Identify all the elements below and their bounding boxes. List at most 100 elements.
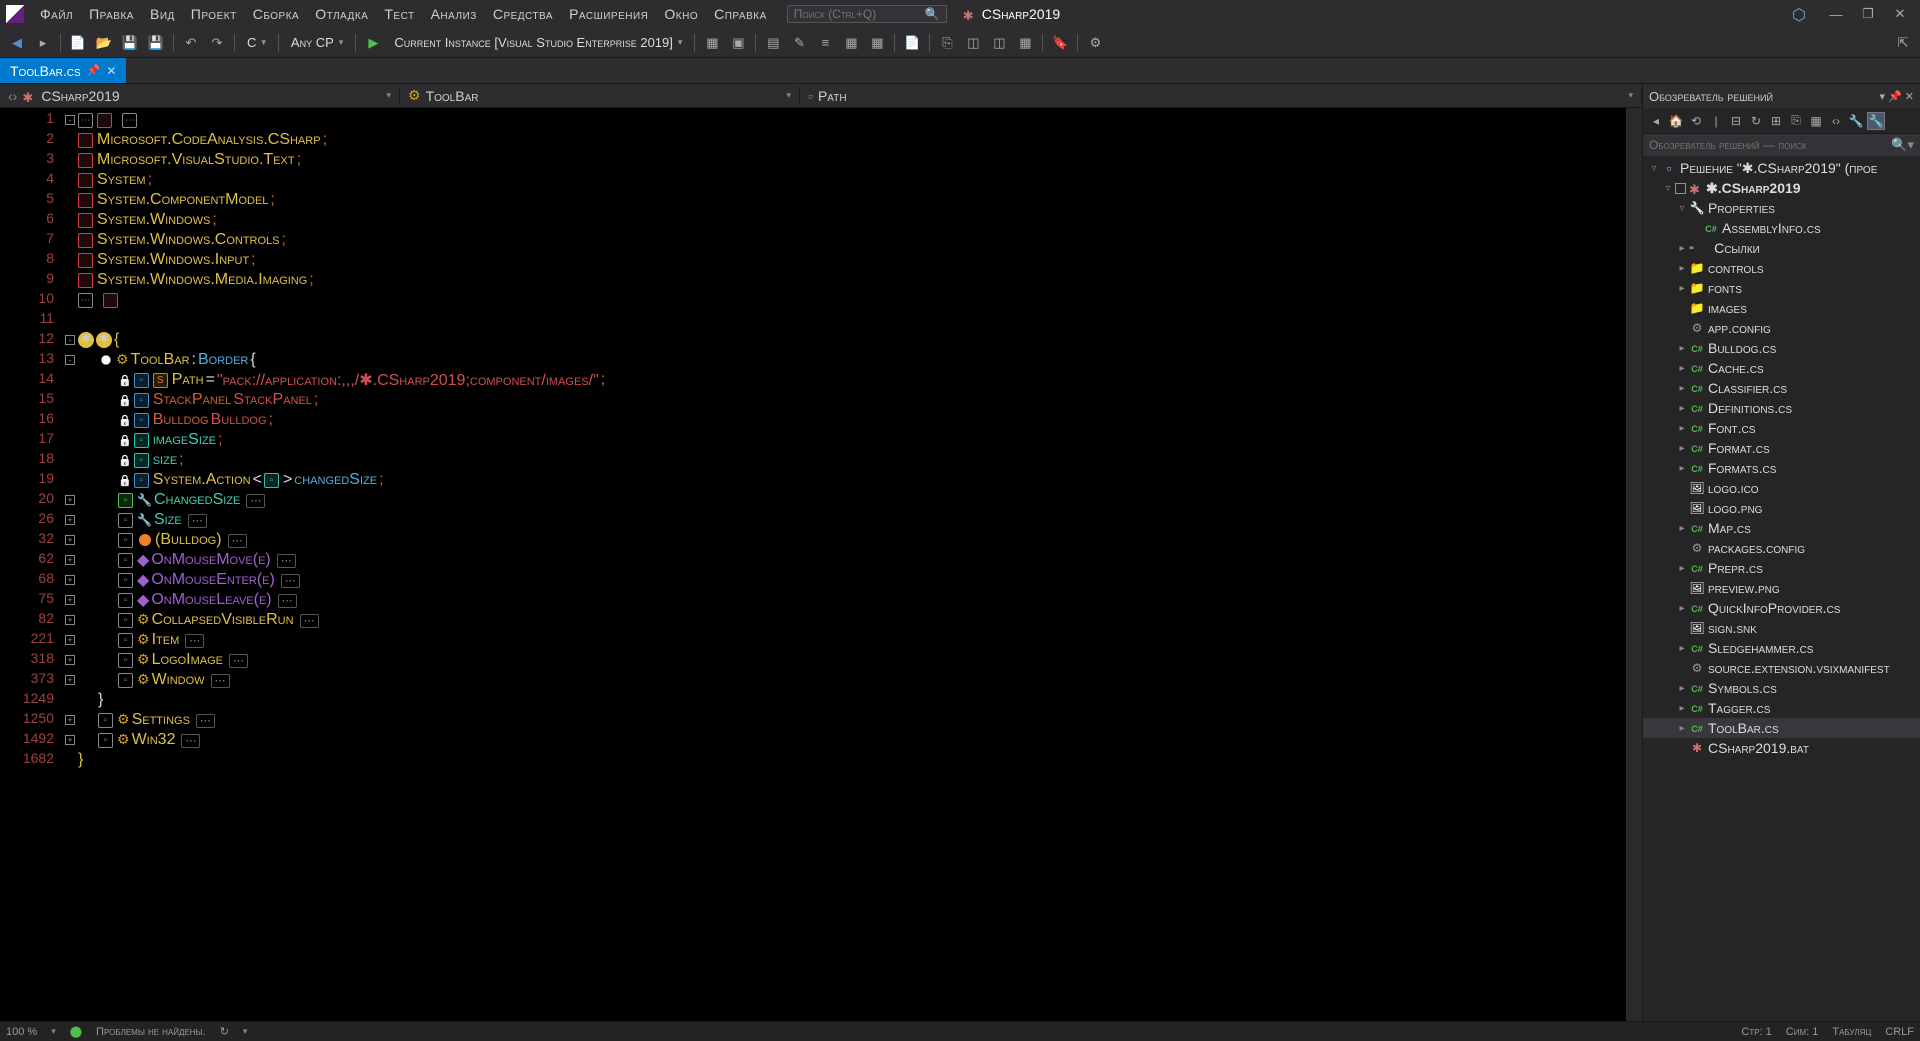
tb-icon-1[interactable]: ▦ (701, 32, 723, 54)
tree-item[interactable]: ▸Format.cs (1643, 438, 1920, 458)
run-button[interactable]: ▶ (362, 32, 384, 54)
undo-button[interactable]: ↶ (180, 32, 202, 54)
tree-item[interactable]: source.extension.vsixmanifest (1643, 658, 1920, 678)
status-dropdown[interactable]: ▾ (243, 1026, 248, 1037)
zoom-dropdown-icon[interactable]: ▾ (51, 1026, 56, 1037)
tree-arrow-icon[interactable]: ▸ (1675, 603, 1689, 614)
fold-toggle[interactable]: - (65, 355, 75, 365)
sp-wrench2-icon[interactable]: 🔧 (1867, 112, 1885, 130)
breadcrumb-class[interactable]: ToolBar (400, 87, 800, 104)
tb-icon-9[interactable]: ⎘ (936, 32, 958, 54)
breadcrumb-project[interactable]: ‹› CSharp2019 (0, 88, 400, 104)
status-col[interactable]: Сим: 1 (1786, 1026, 1819, 1038)
tb-icon-7[interactable]: ▦ (866, 32, 888, 54)
fold-toggle[interactable]: + (65, 675, 75, 685)
tab-close-icon[interactable]: ✕ (106, 64, 116, 78)
code-editor[interactable]: 1234567891011121314151617181920263262687… (0, 108, 1642, 1021)
sp-copy-icon[interactable]: ⎘ (1787, 112, 1805, 130)
tree-item[interactable]: ▸Bulldog.cs (1643, 338, 1920, 358)
menu-Правка[interactable]: Правка (81, 3, 142, 25)
tree-item[interactable]: ▸Map.cs (1643, 518, 1920, 538)
menu-Проект[interactable]: Проект (183, 3, 245, 25)
tree-item[interactable]: packages.config (1643, 538, 1920, 558)
tree-item[interactable]: ▸Cache.cs (1643, 358, 1920, 378)
tree-item[interactable]: ▸Font.cs (1643, 418, 1920, 438)
error-indicator[interactable]: ⬤ (70, 1025, 82, 1038)
tree-arrow-icon[interactable]: ▸ (1675, 723, 1689, 734)
fold-toggle[interactable]: + (65, 515, 75, 525)
tree-arrow-icon[interactable]: ▸ (1675, 343, 1689, 354)
menu-Отладка[interactable]: Отладка (307, 3, 376, 25)
tree-item[interactable]: ▸Classifier.cs (1643, 378, 1920, 398)
tree-arrow-icon[interactable]: ▿ (1675, 203, 1689, 214)
tree-item[interactable]: preview.png (1643, 578, 1920, 598)
zoom-level[interactable]: 100 % (6, 1026, 37, 1038)
tree-arrow-icon[interactable]: ▸ (1675, 263, 1689, 274)
status-icon[interactable]: ↻ (220, 1025, 229, 1038)
run-target-dropdown[interactable]: Current Instance [Visual Studio Enterpri… (388, 33, 688, 52)
fold-toggle[interactable]: + (65, 715, 75, 725)
sp-code-icon[interactable]: ‹› (1827, 112, 1845, 130)
menu-Файл[interactable]: Файл (32, 3, 81, 25)
tree-item[interactable]: ▿Properties (1643, 198, 1920, 218)
save-all-button[interactable]: 💾 (145, 32, 167, 54)
tree-item[interactable]: images (1643, 298, 1920, 318)
forward-button[interactable]: ▸ (32, 32, 54, 54)
search-input[interactable] (794, 7, 925, 21)
status-crlf[interactable]: CRLF (1885, 1026, 1914, 1038)
fold-toggle[interactable]: + (65, 595, 75, 605)
menu-Средства[interactable]: Средства (485, 3, 561, 25)
tree-item[interactable]: ▸Tagger.cs (1643, 698, 1920, 718)
maximize-button[interactable]: ❐ (1854, 3, 1882, 25)
tb-icon-11[interactable]: ◫ (988, 32, 1010, 54)
tree-item[interactable]: logo.png (1643, 498, 1920, 518)
tree-item[interactable]: ▸Symbols.cs (1643, 678, 1920, 698)
redo-button[interactable]: ↷ (206, 32, 228, 54)
fold-toggle[interactable]: - (65, 115, 75, 125)
tb-icon-12[interactable]: ▦ (1014, 32, 1036, 54)
tree-arrow-icon[interactable]: ▿ (1647, 163, 1661, 174)
pin-icon[interactable]: 📌 (87, 64, 101, 77)
close-button[interactable]: ✕ (1886, 3, 1914, 25)
status-tabs[interactable]: Табуляц (1832, 1026, 1871, 1038)
tree-item[interactable]: AssemblyInfo.cs (1643, 218, 1920, 238)
tb-icon-10[interactable]: ◫ (962, 32, 984, 54)
tb-icon-6[interactable]: ▦ (840, 32, 862, 54)
tree-item[interactable]: ▿Решение "✱.CSharp2019" (прое (1643, 158, 1920, 178)
tree-item[interactable]: logo.ico (1643, 478, 1920, 498)
sp-collapse-icon[interactable]: ⊟ (1727, 112, 1745, 130)
tree-arrow-icon[interactable]: ▸ (1675, 463, 1689, 474)
tree-item[interactable]: ▸fonts (1643, 278, 1920, 298)
tree-item[interactable]: app.config (1643, 318, 1920, 338)
back-button[interactable]: ◀ (6, 32, 28, 54)
fold-toggle[interactable]: + (65, 635, 75, 645)
tree-project[interactable]: ▿✱.CSharp2019 (1643, 178, 1920, 198)
tb-icon-8[interactable]: 📄 (901, 32, 923, 54)
sp-prop-icon[interactable]: ▦ (1807, 112, 1825, 130)
menu-Справка[interactable]: Справка (706, 3, 775, 25)
tree-arrow-icon[interactable]: ▸ (1675, 683, 1689, 694)
menu-Сборка[interactable]: Сборка (245, 3, 308, 25)
menu-Тест[interactable]: Тест (376, 3, 422, 25)
fold-toggle[interactable]: + (65, 555, 75, 565)
sp-wrench-icon[interactable]: 🔧 (1847, 112, 1865, 130)
tree-item[interactable]: ▸QuickInfoProvider.cs (1643, 598, 1920, 618)
tree-item[interactable]: ▸Formats.cs (1643, 458, 1920, 478)
sp-home-icon[interactable]: 🏠 (1667, 112, 1685, 130)
save-button[interactable]: 💾 (119, 32, 141, 54)
tree-item[interactable]: ▸Prepr.cs (1643, 558, 1920, 578)
tree-item[interactable]: sign.snk (1643, 618, 1920, 638)
minimize-button[interactable]: — (1822, 3, 1850, 25)
tree-arrow-icon[interactable]: ▸ (1675, 703, 1689, 714)
tree-item[interactable]: CSharp2019.bat (1643, 738, 1920, 758)
sp-show-icon[interactable]: ⊞ (1767, 112, 1785, 130)
sp-back-icon[interactable]: ◂ (1647, 112, 1665, 130)
tree-arrow-icon[interactable]: ▸ (1675, 643, 1689, 654)
tree-arrow-icon[interactable]: ▸ (1675, 363, 1689, 374)
panel-dropdown-icon[interactable]: ▾ (1880, 90, 1886, 103)
tb-icon-2[interactable]: ▣ (727, 32, 749, 54)
tree-arrow-icon[interactable]: ▸ (1675, 563, 1689, 574)
solution-search[interactable]: 🔍▾ (1643, 134, 1920, 156)
file-tab-toolbar[interactable]: ToolBar.cs 📌 ✕ (0, 58, 126, 83)
tree-item[interactable]: ▸controls (1643, 258, 1920, 278)
